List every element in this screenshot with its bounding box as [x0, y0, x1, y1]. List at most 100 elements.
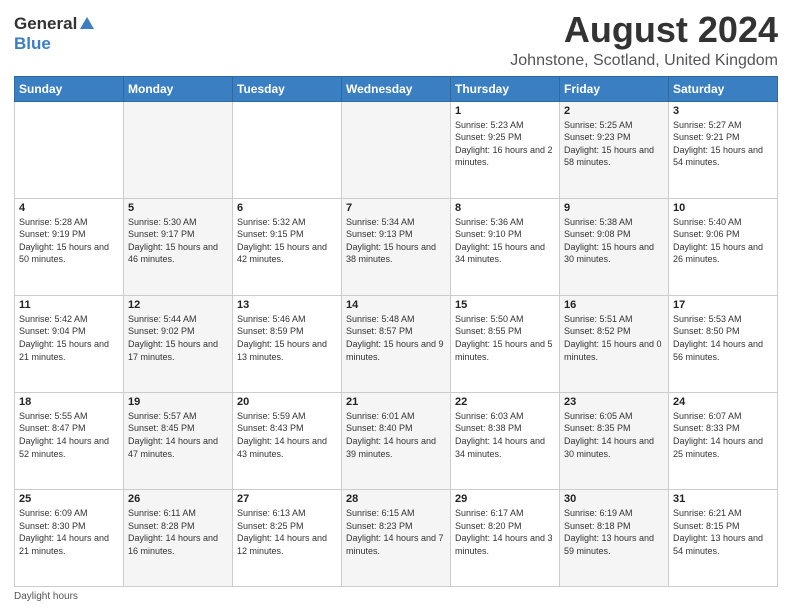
day-info: Sunrise: 5:36 AM Sunset: 9:10 PM Dayligh…: [455, 216, 555, 266]
day-cell: 6 Sunrise: 5:32 AM Sunset: 9:15 PM Daylig…: [233, 198, 342, 295]
day-cell: 28Sunrise: 6:15 AM Sunset: 8:23 PM Dayli…: [342, 489, 451, 586]
day-cell: 26 Sunrise: 6:11 AM Sunset: 8:28 PM Dayli…: [124, 489, 233, 586]
col-header-wednesday: Wednesday: [342, 76, 451, 101]
day-info: Sunrise: 5:42 AM Sunset: 9:04 PM Dayligh…: [19, 313, 119, 363]
day-cell: 14 Sunrise: 5:48 AM Sunset: 8:57 PM Dayli…: [342, 295, 451, 392]
col-header-saturday: Saturday: [669, 76, 778, 101]
day-cell: 18Sunrise: 5:55 AM Sunset: 8:47 PM Dayli…: [15, 392, 124, 489]
day-number: 14: [346, 299, 446, 311]
day-info: Sunrise: 5:46 AM Sunset: 8:59 PM Dayligh…: [237, 313, 337, 363]
day-info: Sunrise: 5:32 AM Sunset: 9:15 PM Dayligh…: [237, 216, 337, 266]
day-cell: 24 Sunrise: 6:07 AM Sunset: 8:33 PM Dayli…: [669, 392, 778, 489]
day-cell: 9Sunrise: 5:38 AM Sunset: 9:08 PM Daylig…: [560, 198, 669, 295]
day-number: 4: [19, 202, 119, 214]
day-cell: 29 Sunrise: 6:17 AM Sunset: 8:20 PM Dayli…: [451, 489, 560, 586]
day-cell: 4Sunrise: 5:28 AM Sunset: 9:19 PM Daylig…: [15, 198, 124, 295]
day-cell: [342, 101, 451, 198]
col-header-tuesday: Tuesday: [233, 76, 342, 101]
day-number: 15: [455, 299, 555, 311]
day-info: Sunrise: 5:57 AM Sunset: 8:45 PM Dayligh…: [128, 410, 228, 460]
day-number: 26: [128, 493, 228, 505]
logo-blue: Blue: [14, 34, 51, 53]
day-info: Sunrise: 6:13 AM Sunset: 8:25 PM Dayligh…: [237, 507, 337, 557]
logo-text: General Blue: [14, 14, 97, 54]
day-info: Sunrise: 6:11 AM Sunset: 8:28 PM Dayligh…: [128, 507, 228, 557]
day-info: Sunrise: 6:15 AM Sunset: 8:23 PM Dayligh…: [346, 507, 446, 557]
week-row-4: 18Sunrise: 5:55 AM Sunset: 8:47 PM Dayli…: [15, 392, 778, 489]
week-row-2: 4Sunrise: 5:28 AM Sunset: 9:19 PM Daylig…: [15, 198, 778, 295]
day-number: 31: [673, 493, 773, 505]
day-cell: 5Sunrise: 5:30 AM Sunset: 9:17 PM Daylig…: [124, 198, 233, 295]
day-number: 8: [455, 202, 555, 214]
week-row-5: 25 Sunrise: 6:09 AM Sunset: 8:30 PM Dayli…: [15, 489, 778, 586]
logo-general: General: [14, 14, 77, 34]
main-title: August 2024: [510, 10, 778, 50]
col-header-monday: Monday: [124, 76, 233, 101]
day-cell: 30Sunrise: 6:19 AM Sunset: 8:18 PM Dayli…: [560, 489, 669, 586]
day-info: Sunrise: 6:01 AM Sunset: 8:40 PM Dayligh…: [346, 410, 446, 460]
day-cell: 19Sunrise: 5:57 AM Sunset: 8:45 PM Dayli…: [124, 392, 233, 489]
day-info: Sunrise: 5:34 AM Sunset: 9:13 PM Dayligh…: [346, 216, 446, 266]
day-number: 25: [19, 493, 119, 505]
day-cell: 1Sunrise: 5:23 AM Sunset: 9:25 PM Daylig…: [451, 101, 560, 198]
day-cell: 8 Sunrise: 5:36 AM Sunset: 9:10 PM Daylig…: [451, 198, 560, 295]
col-header-sunday: Sunday: [15, 76, 124, 101]
page: General Blue August 2024 Johnstone, Scot…: [0, 0, 792, 612]
header-row: SundayMondayTuesdayWednesdayThursdayFrid…: [15, 76, 778, 101]
footer-note: Daylight hours: [14, 591, 778, 602]
day-number: 9: [564, 202, 664, 214]
day-cell: [124, 101, 233, 198]
day-cell: 11 Sunrise: 5:42 AM Sunset: 9:04 PM Dayli…: [15, 295, 124, 392]
day-cell: 25 Sunrise: 6:09 AM Sunset: 8:30 PM Dayli…: [15, 489, 124, 586]
day-info: Sunrise: 5:51 AM Sunset: 8:52 PM Dayligh…: [564, 313, 664, 363]
day-cell: 31 Sunrise: 6:21 AM Sunset: 8:15 PM Dayli…: [669, 489, 778, 586]
day-number: 10: [673, 202, 773, 214]
day-number: 17: [673, 299, 773, 311]
day-cell: 15 Sunrise: 5:50 AM Sunset: 8:55 PM Dayli…: [451, 295, 560, 392]
day-number: 3: [673, 105, 773, 117]
day-info: Sunrise: 5:48 AM Sunset: 8:57 PM Dayligh…: [346, 313, 446, 363]
day-info: Sunrise: 5:59 AM Sunset: 8:43 PM Dayligh…: [237, 410, 337, 460]
day-info: Sunrise: 6:21 AM Sunset: 8:15 PM Dayligh…: [673, 507, 773, 557]
day-number: 1: [455, 105, 555, 117]
calendar-header: SundayMondayTuesdayWednesdayThursdayFrid…: [15, 76, 778, 101]
day-cell: [233, 101, 342, 198]
day-number: 18: [19, 396, 119, 408]
day-number: 16: [564, 299, 664, 311]
day-number: 12: [128, 299, 228, 311]
day-number: 21: [346, 396, 446, 408]
col-header-thursday: Thursday: [451, 76, 560, 101]
calendar-table: SundayMondayTuesdayWednesdayThursdayFrid…: [14, 76, 778, 587]
day-info: Sunrise: 6:17 AM Sunset: 8:20 PM Dayligh…: [455, 507, 555, 557]
day-number: 5: [128, 202, 228, 214]
day-number: 2: [564, 105, 664, 117]
col-header-friday: Friday: [560, 76, 669, 101]
day-number: 22: [455, 396, 555, 408]
week-row-1: 1Sunrise: 5:23 AM Sunset: 9:25 PM Daylig…: [15, 101, 778, 198]
day-number: 29: [455, 493, 555, 505]
day-number: 23: [564, 396, 664, 408]
day-cell: 22Sunrise: 6:03 AM Sunset: 8:38 PM Dayli…: [451, 392, 560, 489]
day-cell: 3Sunrise: 5:27 AM Sunset: 9:21 PM Daylig…: [669, 101, 778, 198]
day-number: 30: [564, 493, 664, 505]
day-number: 27: [237, 493, 337, 505]
day-info: Sunrise: 6:09 AM Sunset: 8:30 PM Dayligh…: [19, 507, 119, 557]
day-info: Sunrise: 6:07 AM Sunset: 8:33 PM Dayligh…: [673, 410, 773, 460]
day-cell: 20 Sunrise: 5:59 AM Sunset: 8:43 PM Dayli…: [233, 392, 342, 489]
day-info: Sunrise: 5:40 AM Sunset: 9:06 PM Dayligh…: [673, 216, 773, 266]
day-cell: 7 Sunrise: 5:34 AM Sunset: 9:13 PM Daylig…: [342, 198, 451, 295]
day-number: 6: [237, 202, 337, 214]
day-cell: 2Sunrise: 5:25 AM Sunset: 9:23 PM Daylig…: [560, 101, 669, 198]
day-number: 7: [346, 202, 446, 214]
day-number: 20: [237, 396, 337, 408]
logo-icon: [78, 15, 96, 33]
day-cell: 16 Sunrise: 5:51 AM Sunset: 8:52 PM Dayli…: [560, 295, 669, 392]
day-info: Sunrise: 5:50 AM Sunset: 8:55 PM Dayligh…: [455, 313, 555, 363]
day-number: 11: [19, 299, 119, 311]
day-info: Sunrise: 5:44 AM Sunset: 9:02 PM Dayligh…: [128, 313, 228, 363]
day-number: 24: [673, 396, 773, 408]
day-cell: [15, 101, 124, 198]
day-cell: 12 Sunrise: 5:44 AM Sunset: 9:02 PM Dayli…: [124, 295, 233, 392]
day-cell: 17Sunrise: 5:53 AM Sunset: 8:50 PM Dayli…: [669, 295, 778, 392]
week-row-3: 11 Sunrise: 5:42 AM Sunset: 9:04 PM Dayli…: [15, 295, 778, 392]
